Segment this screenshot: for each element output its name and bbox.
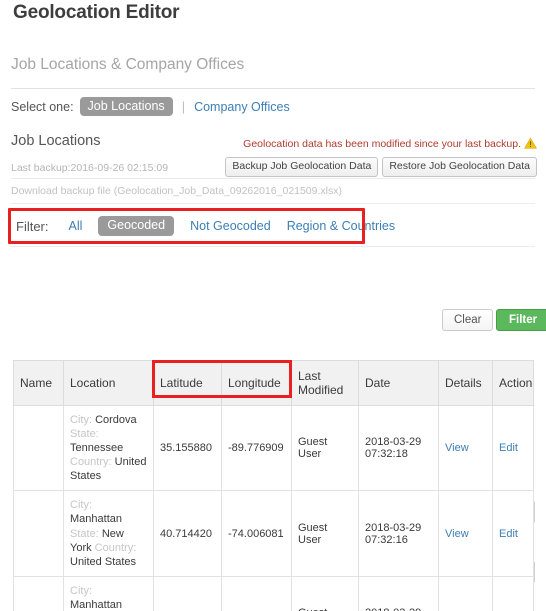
cell-name — [13, 575, 64, 611]
geolocation-editor-page: Geolocation Editor Job Locations & Compa… — [0, 0, 546, 611]
cell-longitude: -74.006081 — [221, 490, 292, 577]
separator: | — [181, 99, 186, 114]
column-header-name[interactable]: Name — [13, 360, 64, 406]
cell-action: Edit — [492, 575, 534, 611]
clear-button[interactable]: Clear — [442, 309, 494, 331]
column-header-last-modified[interactable]: Last Modified — [291, 360, 359, 406]
cell-location: City: Cordova State: Tennessee Country: … — [63, 404, 154, 492]
cell-location: City: Manhattan State: New York Country:… — [63, 490, 154, 577]
divider — [11, 178, 535, 179]
divider — [11, 246, 535, 247]
cell-latitude: 35.155880 — [153, 404, 222, 492]
location-state-label: State: — [70, 428, 99, 441]
column-header-action[interactable]: Action — [492, 360, 534, 406]
column-header-details[interactable]: Details — [438, 360, 493, 406]
filter-option-all[interactable]: All — [69, 219, 83, 233]
location-city-label: City: — [70, 414, 92, 426]
table-row: City: Manhattan State: New York Country:… — [13, 490, 534, 577]
location-state-value: Tennessee — [70, 442, 124, 455]
column-header-location[interactable]: Location — [63, 360, 154, 406]
divider — [11, 88, 535, 89]
location-country-value: United States — [70, 555, 137, 568]
filter-option-region-countries[interactable]: Region & Countries — [287, 219, 395, 233]
page-subtitle: Job Locations & Company Offices — [11, 56, 245, 73]
backup-job-geolocation-data-button[interactable]: Backup Job Geolocation Data — [225, 157, 379, 177]
download-backup-file-link[interactable]: Download backup file (Geolocation_Job_Da… — [11, 185, 342, 197]
last-backup-text: Last backup:2016-09-26 02:15:09 — [11, 162, 169, 174]
column-header-latitude[interactable]: Latitude — [153, 360, 222, 406]
filter-label: Filter: — [16, 218, 49, 234]
cell-longitude: -89.776909 — [221, 404, 292, 492]
filter-button[interactable]: Filter — [496, 309, 546, 331]
column-header-longitude[interactable]: Longitude — [221, 360, 292, 406]
cell-latitude: 40.714420 — [153, 575, 222, 611]
cell-action: Edit — [492, 490, 534, 577]
view-link[interactable]: View — [445, 442, 469, 454]
view-link[interactable]: View — [445, 528, 469, 540]
edit-link[interactable]: Edit — [499, 442, 518, 454]
cell-name — [13, 490, 64, 577]
location-state-label: State: — [70, 527, 99, 540]
warning-triangle-icon — [524, 137, 537, 149]
geolocation-table: Name Location Latitude Longitude Last Mo… — [13, 360, 534, 611]
table-row: City: Cordova State: Tennessee Country: … — [13, 404, 534, 492]
table-body: City: Cordova State: Tennessee Country: … — [13, 404, 534, 611]
cell-details: View — [438, 404, 493, 492]
location-country-label: Country: — [70, 456, 112, 469]
section-title: Job Locations — [11, 133, 101, 149]
location-city-label: City: — [70, 584, 92, 597]
select-one-label: Select one: — [11, 99, 74, 114]
location-city-value: Cordova — [95, 414, 137, 426]
cell-action: Edit — [492, 404, 534, 492]
backup-warning-text: Geolocation data has been modified since… — [243, 138, 521, 150]
page-title: Geolocation Editor — [13, 2, 180, 23]
cell-location: City: Manhattan State: New York Country:… — [63, 575, 154, 611]
cell-details: View — [438, 575, 493, 611]
tab-job-locations[interactable]: Job Locations — [79, 96, 173, 117]
location-city-value: Manhattan — [70, 513, 122, 526]
cell-date: 2018-03-29 07:32:16 — [358, 490, 439, 577]
table-header-row: Name Location Latitude Longitude Last Mo… — [13, 360, 534, 406]
select-one-row: Select one: Job Locations | Company Offi… — [11, 96, 290, 117]
cell-date: 2018-03-29 07:32:18 — [358, 404, 439, 492]
cell-last-modified: Guest User — [291, 490, 359, 577]
cell-last-modified: Guest User — [291, 404, 359, 492]
location-city-label: City: — [70, 499, 92, 512]
tab-company-offices[interactable]: Company Offices — [194, 100, 290, 114]
cell-details: View — [438, 490, 493, 577]
location-country-label: Country: — [94, 541, 137, 554]
cell-longitude: -74.006081 — [221, 575, 292, 611]
restore-job-geolocation-data-button[interactable]: Restore Job Geolocation Data — [382, 157, 537, 177]
filter-option-geocoded[interactable]: Geocoded — [98, 216, 175, 236]
edit-link[interactable]: Edit — [499, 528, 518, 540]
column-header-date[interactable]: Date — [358, 360, 439, 406]
cell-latitude: 40.714420 — [153, 490, 222, 577]
cell-date: 2018-03-29 07:32:13 — [358, 575, 439, 611]
divider — [11, 203, 535, 204]
cell-last-modified: Guest User — [291, 575, 359, 611]
cell-name — [13, 404, 64, 492]
location-city-value: Manhattan — [70, 598, 122, 611]
backup-buttons: Backup Job Geolocation Data Restore Job … — [225, 157, 537, 177]
filter-bar: Filter: All Geocoded Not Geocoded Region… — [16, 215, 411, 237]
table-row: City: Manhattan State: New York Country:… — [13, 575, 534, 611]
filter-option-not-geocoded[interactable]: Not Geocoded — [190, 219, 271, 233]
